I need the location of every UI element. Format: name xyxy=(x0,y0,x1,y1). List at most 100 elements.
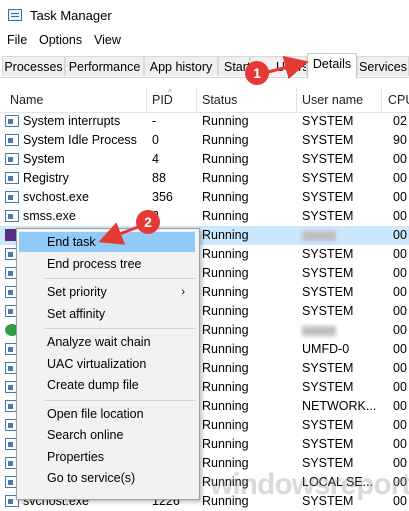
column-pid[interactable]: PID xyxy=(152,93,173,107)
menu-bar: File Options View xyxy=(0,30,409,50)
menu-view[interactable]: View xyxy=(94,33,121,47)
callout-badge-1: 1 xyxy=(245,61,269,85)
column-divider[interactable] xyxy=(196,88,197,112)
process-cpu: 00 xyxy=(393,342,407,356)
process-name: Registry xyxy=(23,171,69,185)
watermark: windowsreport xyxy=(210,468,409,501)
process-user: SYSTEM xyxy=(302,171,354,185)
process-user: NETWORK... xyxy=(302,399,377,413)
process-status: Running xyxy=(202,342,249,356)
process-status: Running xyxy=(202,304,249,318)
table-row[interactable]: Registry 88 Running SYSTEM 00 xyxy=(0,169,409,188)
process-cpu: 00 xyxy=(393,361,407,375)
process-status: Running xyxy=(202,133,249,147)
column-divider[interactable] xyxy=(381,88,382,112)
process-name: svchost.exe xyxy=(23,190,90,204)
process-user: SYSTEM xyxy=(302,285,354,299)
menu-options[interactable]: Options xyxy=(39,33,82,47)
column-divider[interactable] xyxy=(146,88,147,112)
menu-item-label: Create dump file xyxy=(47,378,139,392)
process-cpu: 00 xyxy=(393,209,407,223)
column-divider[interactable] xyxy=(296,88,297,112)
process-cpu: 00 xyxy=(393,437,407,451)
table-row[interactable]: smss.exe2RunningSYSTEM00 xyxy=(0,207,409,226)
column-header-row: Name ^ PID Status User name CPU xyxy=(0,88,409,113)
process-status: Running xyxy=(202,152,249,166)
process-name: System interrupts xyxy=(23,114,121,128)
process-cpu: 00 xyxy=(393,266,407,280)
process-status: Running xyxy=(202,380,249,394)
menu-item-label: End process tree xyxy=(47,256,142,271)
menu-separator xyxy=(45,278,195,279)
process-pid: 88 xyxy=(152,171,166,185)
menu-item-label: End task xyxy=(47,235,96,249)
process-user: SYSTEM xyxy=(302,152,354,166)
process-cpu: 00 xyxy=(393,418,407,432)
process-status: Running xyxy=(202,114,249,128)
process-user: SYSTEM xyxy=(302,437,354,451)
context-menu: End task End process tree Set priority › Set… xyxy=(16,228,200,500)
process-status: Running xyxy=(202,171,249,185)
menu-item-open-file-location[interactable]: Open file location xyxy=(19,404,195,424)
table-row[interactable]: System Idle Process 0 Running SYSTEM 90 xyxy=(0,131,409,150)
table-row[interactable]: svchost.exe 356 Running SYSTEM 00 xyxy=(0,188,409,207)
menu-item-end-process-tree[interactable]: End process tree xyxy=(19,254,195,274)
menu-item-properties[interactable]: Properties xyxy=(19,447,195,467)
process-status: Running xyxy=(202,285,249,299)
column-name[interactable]: Name xyxy=(10,93,43,107)
process-cpu: 00 xyxy=(393,190,407,204)
process-pid: - xyxy=(152,114,157,128)
menu-item-label: Properties xyxy=(47,449,104,464)
menu-item-go-to-service-s[interactable]: Go to service(s) xyxy=(19,468,195,488)
process-user: SYSTEM xyxy=(302,361,354,375)
menu-item-label: Set affinity xyxy=(47,306,106,321)
process-status: Running xyxy=(202,190,249,204)
menu-item-uac-virtualization[interactable]: UAC virtualization xyxy=(19,354,195,374)
tab-services[interactable]: Services xyxy=(357,56,409,76)
menu-item-label: Open file location xyxy=(47,406,144,421)
column-cpu[interactable]: CPU xyxy=(388,93,409,107)
menu-item-create-dump-file[interactable]: Create dump file xyxy=(19,375,195,395)
process-user: SYSTEM xyxy=(302,418,354,432)
menu-item-label: Analyze wait chain xyxy=(47,335,151,349)
process-pid: 0 xyxy=(152,133,159,147)
menu-item-label: Search online xyxy=(47,428,124,442)
tab-performance[interactable]: Performance xyxy=(65,56,144,76)
column-user-name[interactable]: User name xyxy=(302,93,363,107)
process-cpu: 00 xyxy=(393,323,407,337)
process-cpu: 00 xyxy=(393,380,407,394)
column-status[interactable]: Status xyxy=(202,93,237,107)
process-user: SYSTEM xyxy=(302,266,354,280)
process-cpu: 00 xyxy=(393,247,407,261)
process-pid: 356 xyxy=(152,190,173,204)
table-row[interactable]: System 4 Running SYSTEM 00 xyxy=(0,150,409,169)
tab-processes[interactable]: Processes xyxy=(2,56,65,76)
task-manager-icon xyxy=(8,9,22,21)
tab-app-history[interactable]: App history xyxy=(144,56,218,76)
process-user: SYSTEM xyxy=(302,114,354,128)
tab-details[interactable]: Details xyxy=(307,53,357,78)
menu-item-set-priority[interactable]: Set priority › xyxy=(19,282,195,302)
menu-item-end-task[interactable]: End task xyxy=(19,232,195,252)
process-cpu: 90 xyxy=(393,133,407,147)
process-name: System Idle Process xyxy=(23,133,137,147)
process-cpu: 00 xyxy=(393,228,407,242)
window-icon xyxy=(5,172,19,184)
menu-item-analyze-wait-chain[interactable]: Analyze wait chain xyxy=(19,332,195,352)
table-row[interactable]: System interrupts - Running SYSTEM 02 xyxy=(0,112,409,131)
menu-item-set-affinity[interactable]: Set affinity xyxy=(19,304,195,324)
process-status: Running xyxy=(202,209,249,223)
process-name: System xyxy=(23,152,65,166)
process-status: Running xyxy=(202,437,249,451)
menu-item-label: Go to service(s) xyxy=(47,471,136,485)
process-user: SYSTEM xyxy=(302,380,354,394)
menu-item-search-online[interactable]: Search online xyxy=(19,425,195,445)
tab-strip: Processes Performance App history Start … xyxy=(0,53,409,78)
process-cpu: 00 xyxy=(393,152,407,166)
process-status: Running xyxy=(202,323,249,337)
redacted-user-name xyxy=(302,231,336,241)
window-icon xyxy=(5,210,19,222)
menu-file[interactable]: File xyxy=(7,33,27,47)
menu-item-label: UAC virtualization xyxy=(47,356,147,371)
process-cpu: 00 xyxy=(393,285,407,299)
